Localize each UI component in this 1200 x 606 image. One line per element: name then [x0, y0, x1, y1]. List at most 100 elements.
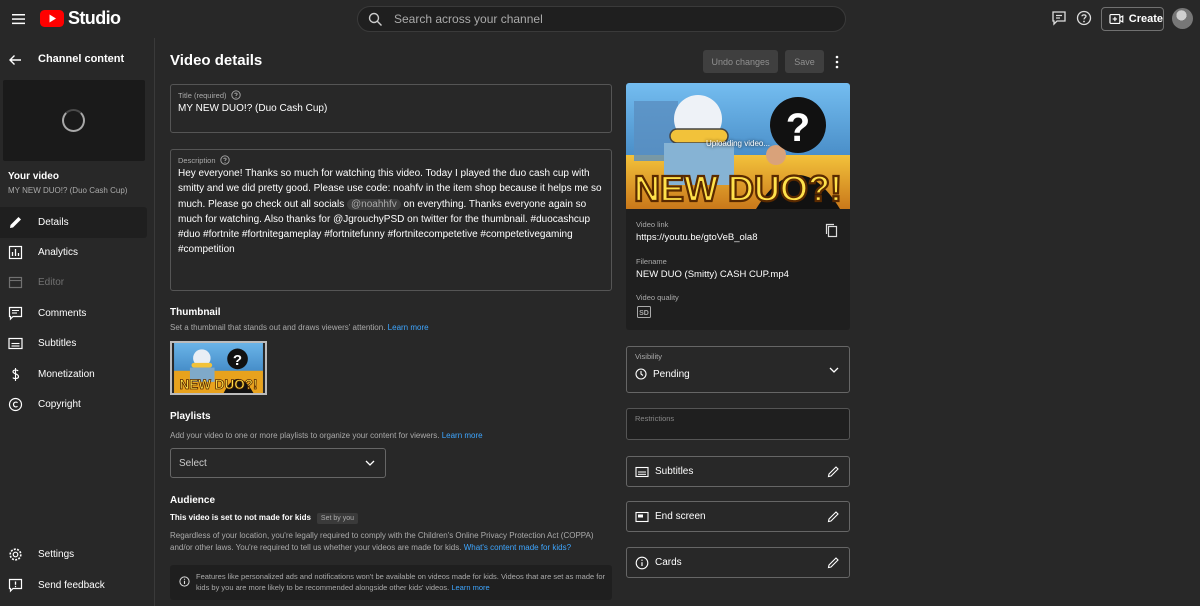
- title-field[interactable]: Title (required) MY NEW DUO!? (Duo Cash …: [170, 84, 612, 133]
- info-icon: [179, 576, 190, 587]
- made-for-kids-link[interactable]: What's content made for kids?: [464, 543, 571, 552]
- sidebar-item-label: Editor: [38, 277, 65, 288]
- channel-content-title: Channel content: [38, 53, 125, 65]
- sidebar-item-comments[interactable]: Comments: [0, 298, 147, 329]
- avatar[interactable]: [1172, 8, 1193, 29]
- playlists-learn-more-link[interactable]: Learn more: [442, 431, 483, 440]
- playlist-select-label: Select: [179, 458, 207, 469]
- audience-status: This video is set to not made for kids Se…: [170, 513, 358, 524]
- audience-title: Audience: [170, 495, 216, 506]
- sidebar-item-send-feedback[interactable]: Send feedback: [0, 570, 147, 601]
- sidebar-item-label: Send feedback: [38, 580, 105, 591]
- info-icon: [635, 556, 649, 570]
- restrictions-label: Restrictions: [635, 414, 675, 423]
- thumbnail-learn-more-link[interactable]: Learn more: [388, 323, 429, 332]
- set-by-you-badge: Set by you: [316, 513, 358, 524]
- copy-icon[interactable]: [825, 223, 838, 238]
- sidebar-item-label: Comments: [38, 308, 87, 319]
- video-thumbnail-loading[interactable]: [3, 80, 145, 161]
- youtube-logo-icon: [40, 10, 64, 27]
- sidebar-item-monetization[interactable]: Monetization: [0, 359, 147, 390]
- visibility-select[interactable]: Visibility Pending: [626, 346, 850, 393]
- restrictions-field[interactable]: Restrictions: [626, 408, 850, 440]
- svg-text:?: ?: [233, 352, 242, 369]
- sidebar: Channel content Your video MY NEW DUO!? …: [0, 38, 155, 606]
- sidebar-item-label: Subtitles: [38, 338, 77, 349]
- chevron-down-icon: [365, 460, 375, 466]
- sidebar-item-editor[interactable]: Editor: [0, 267, 147, 298]
- studio-logo[interactable]: Studio: [40, 8, 121, 29]
- mention-chip[interactable]: @noahhfv: [346, 198, 401, 210]
- undo-changes-button[interactable]: Undo changes: [703, 50, 778, 73]
- loading-spinner-icon: [62, 109, 85, 132]
- cards-row[interactable]: Cards: [626, 547, 850, 578]
- subtitles-icon: [8, 337, 23, 350]
- sidebar-item-subtitles[interactable]: Subtitles: [0, 328, 147, 359]
- video-link[interactable]: https://youtu.be/gtoVeB_ola8: [636, 232, 757, 243]
- subtitles-label: Subtitles: [655, 466, 694, 477]
- video-link-label: Video link: [636, 220, 669, 229]
- end-screen-row[interactable]: End screen: [626, 501, 850, 532]
- video-preview-card: ? NEW DUO?! Uploading video... Video lin…: [626, 83, 850, 330]
- dollar-icon: [12, 368, 20, 381]
- subtitles-row[interactable]: Subtitles: [626, 456, 850, 487]
- pencil-icon[interactable]: [827, 510, 840, 523]
- cards-label: Cards: [655, 557, 682, 568]
- more-options-icon[interactable]: [834, 54, 840, 70]
- analytics-icon: [8, 245, 23, 260]
- sidebar-item-details[interactable]: Details: [0, 207, 147, 238]
- pencil-icon[interactable]: [827, 556, 840, 569]
- description-field[interactable]: Description Hey everyone! Thanks so much…: [170, 149, 612, 291]
- sidebar-item-analytics[interactable]: Analytics: [0, 237, 147, 268]
- pencil-icon: [10, 217, 21, 228]
- sidebar-item-label: Monetization: [38, 369, 95, 380]
- visibility-label: Visibility: [635, 352, 662, 361]
- sidebar-item-label: Details: [38, 217, 69, 228]
- video-preview[interactable]: ? NEW DUO?! Uploading video...: [626, 83, 850, 209]
- main-content: Video details Undo changes Save Title (r…: [156, 38, 1200, 606]
- chevron-down-icon: [829, 367, 839, 373]
- help-icon[interactable]: [219, 155, 230, 165]
- top-bar: Studio Create: [0, 0, 1200, 38]
- sd-badge-text: SD: [639, 310, 649, 317]
- back-arrow-icon[interactable]: [7, 52, 23, 68]
- sidebar-video-name: MY NEW DUO!? (Duo Cash Cup): [8, 186, 128, 195]
- playlists-subtitle-text: Add your video to one or more playlists …: [170, 431, 440, 440]
- create-button[interactable]: Create: [1101, 7, 1164, 31]
- title-label-text: Title (required): [178, 90, 227, 100]
- comments-icon: [8, 306, 23, 321]
- notice-learn-more-link[interactable]: Learn more: [451, 583, 489, 592]
- preview-image-text: NEW DUO?!: [634, 168, 842, 209]
- help-icon[interactable]: [1076, 10, 1094, 28]
- search-input[interactable]: [394, 9, 814, 29]
- clock-icon: [635, 368, 647, 380]
- search-icon: [368, 12, 382, 26]
- notice-text: Features like personalized ads and notif…: [196, 572, 606, 593]
- playlist-select[interactable]: Select: [170, 448, 386, 478]
- thumbnail-subtitle: Set a thumbnail that stands out and draw…: [170, 323, 429, 332]
- sd-quality-badge-icon: SD: [637, 306, 651, 318]
- save-button[interactable]: Save: [785, 50, 824, 73]
- feedback-icon: [8, 578, 23, 593]
- sidebar-item-copyright[interactable]: Copyright: [0, 389, 147, 420]
- title-input[interactable]: MY NEW DUO!? (Duo Cash Cup): [178, 103, 327, 114]
- notice-body: Features like personalized ads and notif…: [196, 572, 606, 592]
- thumbnail-option[interactable]: ? NEW DUO?!: [170, 341, 267, 395]
- editor-icon: [8, 276, 23, 289]
- description-input[interactable]: Hey everyone! Thanks so much for watchin…: [178, 166, 602, 258]
- create-label: Create: [1128, 13, 1163, 25]
- copyright-icon: [8, 397, 23, 412]
- thumbnail-image-text: NEW DUO?!: [180, 377, 258, 392]
- audience-status-text: This video is set to not made for kids: [170, 513, 311, 522]
- help-icon[interactable]: [230, 90, 241, 100]
- sidebar-item-label: Analytics: [38, 247, 79, 258]
- gear-icon: [9, 548, 22, 561]
- menu-icon[interactable]: [9, 9, 29, 29]
- pencil-icon[interactable]: [827, 465, 840, 478]
- subtitles-icon: [635, 466, 649, 478]
- sidebar-item-settings[interactable]: Settings: [0, 539, 147, 570]
- feedback-icon[interactable]: [1051, 10, 1069, 28]
- add-video-icon: [1109, 13, 1124, 25]
- thumbnail-subtitle-text: Set a thumbnail that stands out and draw…: [170, 323, 386, 332]
- description-label-text: Description: [178, 155, 216, 165]
